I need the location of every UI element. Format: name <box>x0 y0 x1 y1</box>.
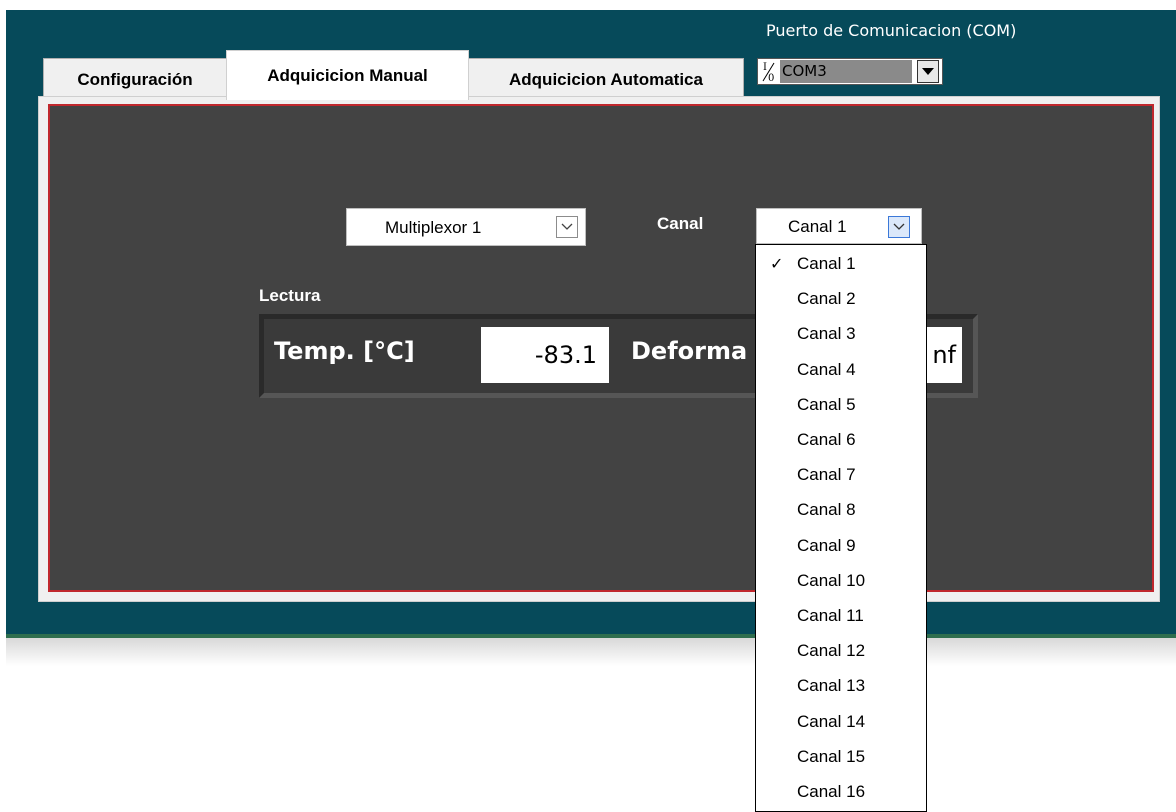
canal-option-label: Canal 14 <box>797 711 866 731</box>
triangle-down-icon <box>922 67 934 75</box>
canal-option-label: Canal 6 <box>797 430 856 449</box>
com-port-label: Puerto de Comunicacion (COM) <box>766 21 1017 40</box>
chevron-down-icon <box>561 223 573 230</box>
canal-option-label: Canal 16 <box>797 782 866 801</box>
canal-option[interactable]: Canal 10 <box>756 565 926 600</box>
checkmark-icon: ✓ <box>770 256 784 273</box>
canal-option[interactable]: Canal 4 <box>756 354 926 389</box>
deformation-label: Deforma <box>631 337 748 365</box>
lectura-label: Lectura <box>259 286 321 305</box>
canal-option-label: Canal 8 <box>797 500 856 520</box>
tab-adquicicion-manual[interactable]: Adquicicion Manual <box>226 50 469 100</box>
svg-text:0: 0 <box>768 73 774 83</box>
temp-label: Temp. [°C] <box>274 337 415 365</box>
io-icon: I 0 <box>758 59 780 84</box>
tab-configuracion[interactable]: Configuración <box>43 58 227 100</box>
canal-option[interactable]: Canal 9 <box>756 530 926 565</box>
canal-option[interactable]: Canal 2 <box>756 283 926 318</box>
multiplexor-value: Multiplexor 1 <box>385 218 482 237</box>
canal-option-label: Canal 15 <box>797 746 866 766</box>
canal-option[interactable]: Canal 15 <box>756 741 926 776</box>
canal-option[interactable]: Canal 16 <box>756 776 926 811</box>
canal-option-label: Canal 5 <box>797 394 856 414</box>
canal-option[interactable]: Canal 12 <box>756 635 926 670</box>
canal-option[interactable]: Canal 14 <box>756 706 926 741</box>
canal-value: Canal 1 <box>788 217 847 236</box>
svg-text:I: I <box>763 62 767 73</box>
canal-option-label: Canal 13 <box>797 676 866 696</box>
canal-option-label: Canal 3 <box>797 324 856 344</box>
multiplexor-dropdown-button[interactable] <box>556 216 578 238</box>
canal-select[interactable]: Canal 1 <box>756 208 922 244</box>
canal-label: Canal <box>657 214 704 233</box>
com-port-select[interactable]: I 0 COM3 <box>757 58 943 85</box>
canal-option[interactable]: Canal 6 <box>756 424 926 459</box>
canal-option[interactable]: Canal 11 <box>756 600 926 635</box>
multiplexor-select[interactable]: Multiplexor 1 <box>346 208 586 246</box>
window-shadow <box>6 638 1176 666</box>
com-port-value[interactable]: COM3 <box>780 60 912 83</box>
canal-option[interactable]: Canal 8 <box>756 494 926 529</box>
canal-option[interactable]: ✓ Canal 1 <box>756 248 926 283</box>
tab-adquicicion-automatica[interactable]: Adquicicion Automatica <box>468 58 744 100</box>
canal-option-label: Canal 9 <box>797 535 856 555</box>
canal-option-label: Canal 7 <box>797 465 856 485</box>
temp-value-indicator: -83.1 <box>481 327 609 383</box>
canal-option[interactable]: Canal 13 <box>756 670 926 705</box>
canal-option-label: Canal 11 <box>797 606 864 625</box>
canal-option-label: Canal 10 <box>797 570 866 590</box>
chevron-down-icon <box>893 223 905 230</box>
canal-option-label: Canal 2 <box>797 289 856 309</box>
canal-dropdown-button[interactable] <box>888 216 910 238</box>
canal-option-label: Canal 12 <box>797 641 866 661</box>
canal-option-label: Canal 4 <box>797 359 856 379</box>
canal-option-label: Canal 1 <box>797 254 856 273</box>
com-port-dropdown-button[interactable] <box>917 60 939 83</box>
canal-option[interactable]: Canal 3 <box>756 318 926 353</box>
canal-dropdown-list: ✓ Canal 1 Canal 2 Canal 3 Canal 4 Canal 5 Cana… <box>755 244 927 812</box>
canal-option[interactable]: Canal 7 <box>756 459 926 494</box>
canal-option[interactable]: Canal 5 <box>756 389 926 424</box>
